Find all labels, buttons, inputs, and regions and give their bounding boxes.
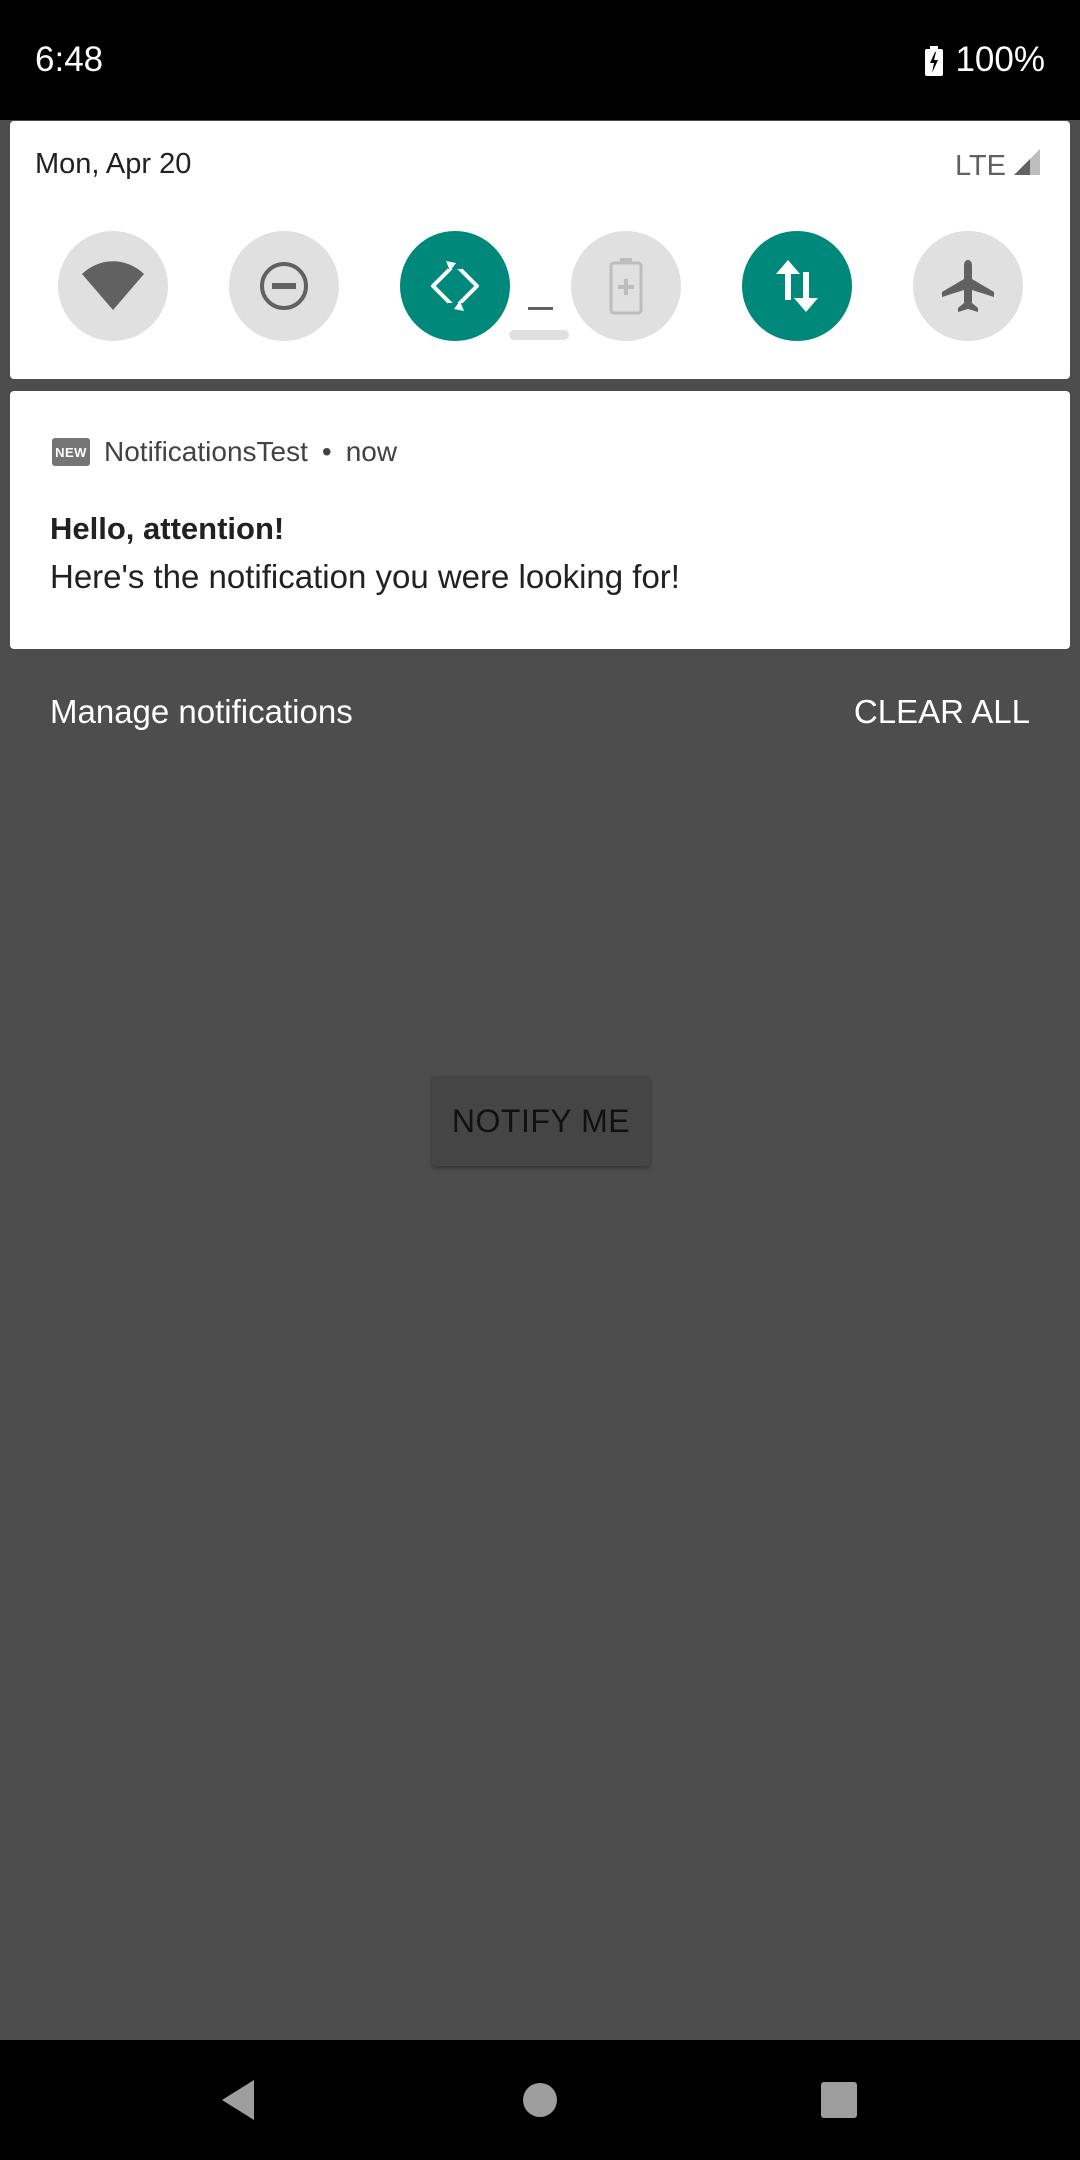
status-time: 6:48 — [35, 40, 104, 79]
clear-all-button[interactable]: CLEAR ALL — [854, 693, 1030, 731]
recents-button[interactable] — [799, 2060, 879, 2140]
network-type: LTE — [954, 149, 1006, 182]
home-icon — [523, 2083, 557, 2117]
notification-app-name: NotificationsTest — [104, 436, 308, 467]
mobile-data-icon — [776, 260, 818, 312]
home-button[interactable] — [500, 2060, 580, 2140]
qs-divider — [528, 307, 553, 310]
notification-card[interactable]: NEW NotificationsTest • now Hello, atten… — [10, 391, 1070, 649]
mobile-data-tile[interactable] — [742, 231, 852, 341]
navigation-bar — [0, 2040, 1080, 2160]
back-icon — [222, 2080, 254, 2120]
notification-separator: • — [321, 436, 332, 467]
recents-icon — [821, 2082, 857, 2118]
status-icons: 100% — [925, 40, 1045, 80]
signal-icon — [1012, 147, 1042, 185]
qs-drag-handle[interactable] — [509, 330, 569, 340]
notify-me-button[interactable]: NOTIFY ME — [432, 1076, 650, 1166]
network-status: LTE — [955, 147, 1042, 185]
notification-title: Hello, attention! — [50, 511, 285, 546]
app-new-icon: NEW — [52, 438, 90, 466]
quick-settings-panel: Mon, Apr 20 LTE — [10, 121, 1070, 379]
auto-rotate-tile[interactable] — [400, 231, 510, 341]
back-button[interactable] — [198, 2060, 278, 2140]
battery-charging-icon — [925, 45, 944, 76]
quick-settings-tiles — [10, 231, 1070, 341]
battery-saver-tile[interactable] — [571, 231, 681, 341]
manage-notifications-button[interactable]: Manage notifications — [50, 693, 353, 731]
airplane-mode-tile[interactable] — [913, 231, 1023, 341]
status-bar: 6:48 100% — [0, 0, 1080, 120]
auto-rotate-icon — [431, 259, 479, 313]
do-not-disturb-tile[interactable] — [229, 231, 339, 341]
battery-saver-icon — [609, 258, 643, 315]
do-not-disturb-icon — [260, 262, 308, 310]
battery-percent: 100% — [955, 40, 1045, 79]
wifi-tile[interactable] — [58, 231, 168, 341]
notification-text: Here's the notification you were looking… — [50, 558, 680, 595]
qs-date[interactable]: Mon, Apr 20 — [35, 148, 191, 181]
wifi-icon — [82, 261, 144, 310]
notification-header: NEW NotificationsTest • now — [52, 436, 397, 468]
notification-time: now — [345, 436, 398, 467]
airplane-mode-icon — [942, 260, 994, 312]
